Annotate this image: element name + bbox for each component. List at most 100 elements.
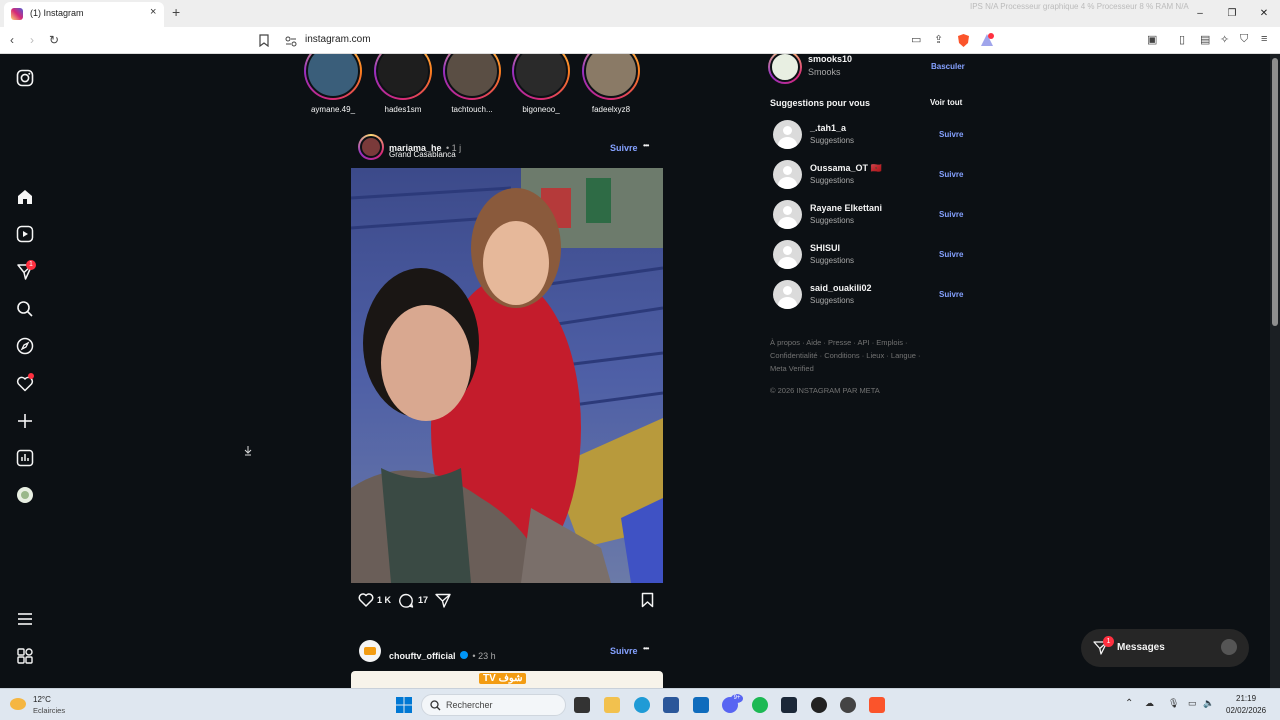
tab-close-button[interactable]: × <box>150 6 156 18</box>
app-icon[interactable] <box>811 697 827 713</box>
save-bookmark-icon[interactable] <box>641 592 654 608</box>
suggestion-username[interactable]: Oussama_OT 🇲🇦 <box>810 163 882 174</box>
story-item[interactable]: tachtouch... <box>437 54 507 114</box>
story-item[interactable]: bigoneoo_ <box>506 54 576 114</box>
suggestion-avatar[interactable] <box>773 160 802 189</box>
follow-button[interactable]: Suivre <box>939 130 963 139</box>
footer-links[interactable]: À propos · Aide · Presse · API · Emplois… <box>770 336 935 375</box>
page-scrollbar[interactable] <box>1270 54 1280 688</box>
suggestion-username[interactable]: SHISUI <box>810 243 840 253</box>
post-author-username[interactable]: chouftv_official <box>389 651 456 661</box>
sidebar-toggle-icon[interactable]: ▯ <box>1179 33 1185 46</box>
suggestion-username[interactable]: Rayane Elkettani <box>810 203 882 213</box>
more-menu-icon[interactable] <box>16 610 34 628</box>
account-username[interactable]: smooks10 <box>808 54 852 64</box>
post-more-options-icon[interactable]: ••• <box>643 141 649 150</box>
outlook-icon[interactable] <box>693 697 709 713</box>
brave-rewards-icon[interactable] <box>980 33 994 47</box>
story-ring[interactable] <box>512 54 570 100</box>
share-icon[interactable]: ⇪ <box>934 33 943 46</box>
minimize-button[interactable]: – <box>1184 0 1216 27</box>
story-item[interactable]: hades1sm <box>368 54 438 114</box>
file-explorer-icon[interactable] <box>604 697 620 713</box>
explore-icon[interactable] <box>16 337 34 355</box>
see-all-link[interactable]: Voir tout <box>930 98 962 107</box>
edge-icon[interactable] <box>634 697 650 713</box>
follow-button[interactable]: Suivre <box>939 250 963 259</box>
suggestion-username[interactable]: _.tah1_a <box>810 123 846 133</box>
store-icon[interactable] <box>663 697 679 713</box>
search-icon[interactable] <box>16 300 34 318</box>
bookmark-icon[interactable] <box>259 34 269 47</box>
create-plus-icon[interactable] <box>16 412 34 430</box>
story-item[interactable]: aymane.49_ <box>298 54 368 114</box>
microphone-icon[interactable]: 🎙 <box>1168 698 1179 709</box>
weather-icon[interactable] <box>10 698 26 710</box>
wallet-icon[interactable]: ▤ <box>1200 33 1210 46</box>
story-ring[interactable] <box>374 54 432 100</box>
story-item[interactable]: fadeelxyz8 <box>576 54 646 114</box>
messages-floating-button[interactable]: 1 Messages <box>1081 629 1249 667</box>
forward-arrow-icon[interactable]: › <box>30 33 34 47</box>
likes-count[interactable]: 1 K <box>377 595 391 605</box>
story-ring[interactable] <box>582 54 640 100</box>
story-ring[interactable] <box>304 54 362 100</box>
follow-button[interactable]: Suivre <box>610 646 638 656</box>
tray-chevron-icon[interactable]: ⌃ <box>1125 698 1133 709</box>
suggestion-avatar[interactable] <box>773 280 802 309</box>
follow-button[interactable]: Suivre <box>610 143 638 153</box>
comments-count[interactable]: 17 <box>418 595 428 605</box>
follow-button[interactable]: Suivre <box>939 170 963 179</box>
follow-button[interactable]: Suivre <box>939 290 963 299</box>
story-ring[interactable] <box>443 54 501 100</box>
site-settings-icon[interactable] <box>285 35 297 47</box>
post-author-avatar[interactable] <box>359 640 381 662</box>
leo-ai-icon[interactable]: ✧ <box>1220 33 1229 46</box>
brave-shield-icon[interactable] <box>957 33 970 48</box>
follow-button[interactable]: Suivre <box>939 210 963 219</box>
notifications-heart-icon[interactable] <box>16 373 34 393</box>
suggestion-avatar[interactable] <box>773 200 802 229</box>
comment-icon[interactable] <box>398 593 414 608</box>
taskbar-search-box[interactable]: Rechercher <box>421 694 566 716</box>
brave-browser-icon[interactable] <box>869 697 885 713</box>
url-text[interactable]: instagram.com <box>305 34 371 45</box>
network-icon[interactable]: ▭ <box>1188 698 1197 709</box>
volume-icon[interactable]: 🔈 <box>1203 698 1214 709</box>
messages-icon[interactable]: 1 <box>16 260 36 281</box>
task-view-icon[interactable] <box>574 697 590 713</box>
close-window-button[interactable]: ✕ <box>1248 0 1280 27</box>
suggestion-username[interactable]: said_ouakili02 <box>810 283 872 293</box>
windows-start-icon[interactable] <box>396 697 412 713</box>
menu-icon[interactable]: ≡ <box>1261 33 1267 45</box>
home-icon[interactable] <box>16 188 34 206</box>
like-heart-icon[interactable] <box>358 593 374 607</box>
share-send-icon[interactable] <box>435 593 451 608</box>
reels-icon[interactable] <box>16 225 34 243</box>
dashboard-icon[interactable] <box>16 449 34 467</box>
clock-time[interactable]: 21:19 <box>1236 694 1256 703</box>
reload-icon[interactable]: ↻ <box>49 33 59 47</box>
post-author-avatar[interactable] <box>358 134 384 160</box>
post-photo[interactable]: TV شوف <box>351 671 663 688</box>
vpn-icon[interactable]: ⛉ <box>1240 33 1248 46</box>
weather-temp[interactable]: 12°C <box>33 695 51 704</box>
post-photo[interactable] <box>351 168 663 583</box>
app-icon[interactable] <box>840 697 856 713</box>
switch-account-button[interactable]: Basculer <box>931 62 965 71</box>
clock-date[interactable]: 02/02/2026 <box>1226 706 1266 715</box>
maximize-button[interactable]: ❐ <box>1216 0 1248 27</box>
post-more-options-icon[interactable]: ••• <box>643 644 649 653</box>
post-location[interactable]: Grand Casablanca <box>389 150 456 159</box>
instagram-logo-icon[interactable] <box>16 69 34 87</box>
tab-view-icon[interactable]: ▣ <box>1147 33 1157 46</box>
back-arrow-icon[interactable]: ‹ <box>10 33 14 47</box>
browser-tab[interactable]: (1) Instagram × <box>4 2 164 27</box>
new-tab-button[interactable]: + <box>172 4 180 20</box>
tray-app-icon[interactable]: ☁ <box>1145 698 1154 709</box>
suggestion-avatar[interactable] <box>773 240 802 269</box>
suggestion-avatar[interactable] <box>773 120 802 149</box>
also-from-meta-icon[interactable] <box>16 647 34 665</box>
profile-avatar-icon[interactable] <box>16 486 34 504</box>
spotify-icon[interactable] <box>752 697 768 713</box>
